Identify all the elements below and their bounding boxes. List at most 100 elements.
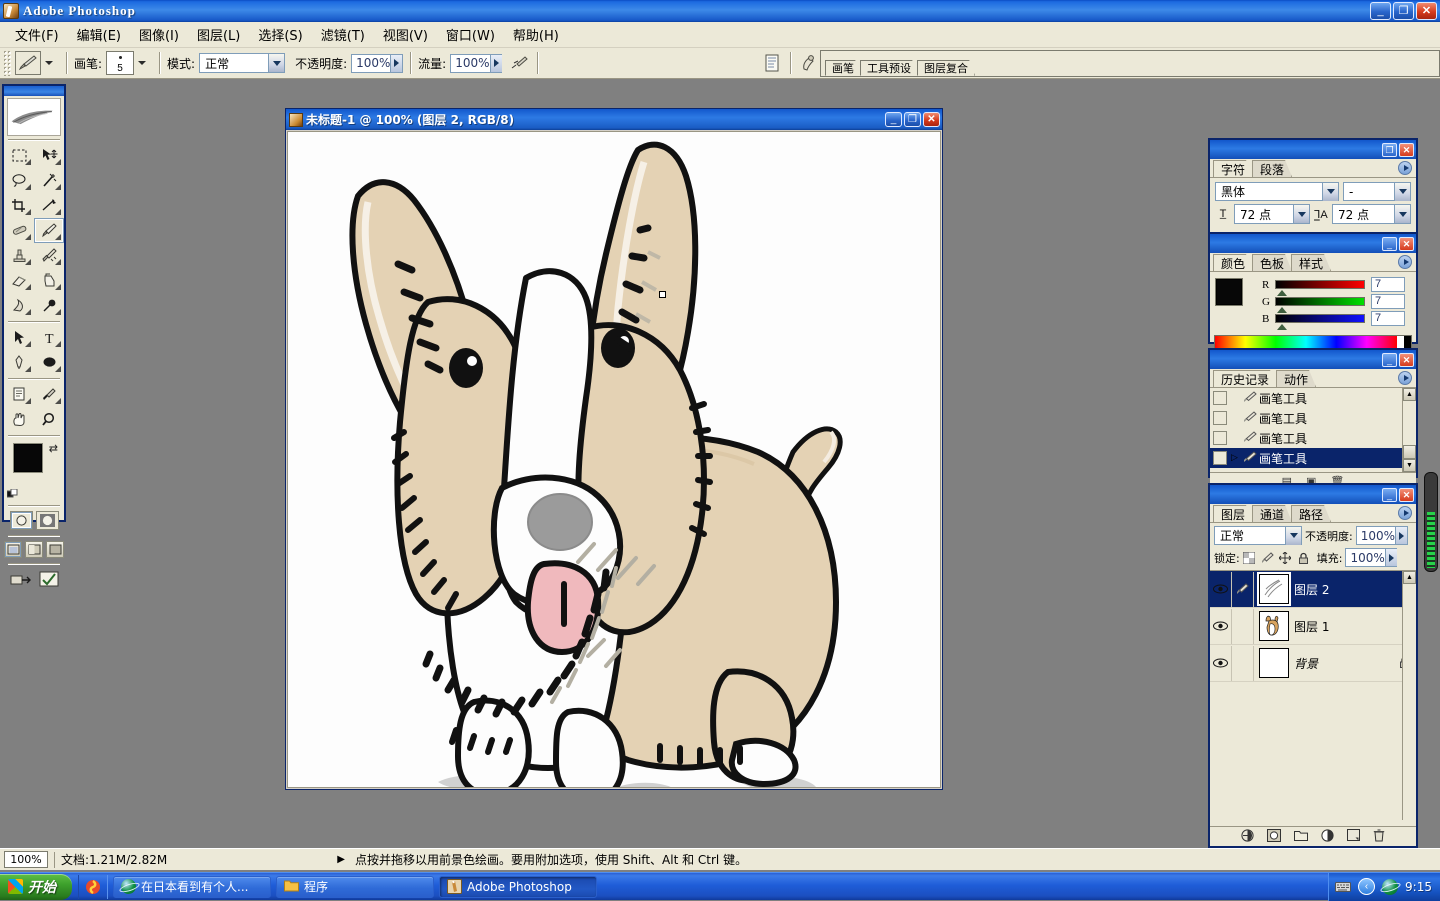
menu-layer[interactable]: 图层(L) bbox=[188, 22, 249, 48]
table-row[interactable]: 图层 1 bbox=[1210, 608, 1416, 645]
history-item[interactable]: 画笔工具 bbox=[1210, 428, 1416, 448]
layer-name[interactable]: 图层 1 bbox=[1294, 618, 1329, 635]
status-menu-arrow[interactable]: ▶ bbox=[337, 854, 345, 865]
slider-thumb-b[interactable] bbox=[1277, 324, 1287, 330]
file-browser-icon[interactable] bbox=[761, 52, 783, 74]
document-maximize-button[interactable]: ❐ bbox=[904, 112, 921, 127]
character-palette-menu-icon[interactable] bbox=[1398, 161, 1412, 175]
options-bar-grip[interactable] bbox=[3, 50, 12, 76]
tool-blur[interactable] bbox=[4, 293, 34, 318]
slider-track-b[interactable] bbox=[1275, 314, 1365, 330]
color-palette-titlebar[interactable]: _ ✕ bbox=[1210, 234, 1416, 253]
standard-mode-button[interactable] bbox=[9, 511, 33, 530]
tool-preset-picker-arrow[interactable] bbox=[45, 61, 53, 65]
layer-link-slot[interactable] bbox=[1232, 608, 1254, 644]
tool-crop[interactable] bbox=[4, 193, 34, 218]
layer-opacity-slider-arrow[interactable] bbox=[1395, 527, 1408, 544]
tool-rectangular-marquee[interactable] bbox=[4, 143, 34, 168]
slider-thumb-r[interactable] bbox=[1277, 290, 1287, 296]
layer-visibility-icon[interactable] bbox=[1210, 571, 1232, 607]
delete-layer-icon[interactable] bbox=[1373, 829, 1385, 845]
history-snapshot-checkbox[interactable] bbox=[1213, 451, 1227, 465]
history-palette-menu-icon[interactable] bbox=[1398, 371, 1412, 385]
layer-fill-slider-arrow[interactable] bbox=[1384, 549, 1397, 566]
history-snapshot-checkbox[interactable] bbox=[1213, 411, 1227, 425]
lock-transparent-pixels-icon[interactable] bbox=[1243, 551, 1256, 564]
lock-all-icon[interactable] bbox=[1297, 551, 1310, 564]
opacity-slider-arrow[interactable] bbox=[390, 54, 403, 72]
tool-ellipse-shape[interactable] bbox=[34, 350, 64, 375]
lock-position-icon[interactable] bbox=[1279, 551, 1292, 564]
history-item[interactable]: ▷ 画笔工具 bbox=[1210, 448, 1416, 468]
scroll-down-arrow[interactable]: ▼ bbox=[1403, 459, 1416, 472]
start-button[interactable]: 开始 bbox=[0, 873, 72, 900]
menu-file[interactable]: 文件(F) bbox=[6, 22, 68, 48]
tool-pen[interactable] bbox=[4, 350, 34, 375]
zoom-level-input[interactable]: 100% bbox=[4, 851, 48, 868]
history-item[interactable]: 画笔工具 bbox=[1210, 408, 1416, 428]
tool-zoom[interactable] bbox=[34, 407, 64, 432]
blend-mode-select[interactable]: 正常 bbox=[199, 53, 286, 73]
well-tab-brushes[interactable]: 画笔 bbox=[825, 60, 861, 76]
taskbar-button-photoshop[interactable]: Adobe Photoshop bbox=[439, 875, 597, 898]
document-titlebar[interactable]: 未标题-1 @ 100% (图层 2, RGB/8) _ ❐ ✕ bbox=[286, 109, 942, 130]
slider-value-g[interactable]: 7 bbox=[1371, 294, 1405, 309]
tab-paragraph[interactable]: 段落 bbox=[1252, 160, 1292, 177]
taskbar-button-browser[interactable]: 在日本看到有个人... bbox=[113, 875, 271, 898]
slider-track-g[interactable] bbox=[1275, 297, 1365, 313]
tool-brush[interactable] bbox=[34, 218, 64, 243]
full-screen-mode-button[interactable] bbox=[46, 541, 64, 558]
leading-select[interactable]: 72 点 bbox=[1332, 204, 1411, 224]
layer-style-icon[interactable] bbox=[1241, 828, 1254, 845]
quick-mask-mode-button[interactable] bbox=[35, 511, 59, 530]
layers-palette-titlebar[interactable]: _ ✕ bbox=[1210, 485, 1416, 504]
app-titlebar[interactable]: Adobe Photoshop _ ❐ ✕ bbox=[0, 0, 1440, 22]
menu-filter[interactable]: 滤镜(T) bbox=[312, 22, 374, 48]
standard-screen-mode-button[interactable] bbox=[4, 541, 22, 558]
airbrush-icon[interactable] bbox=[508, 52, 530, 74]
layer-fill-input[interactable]: 100% bbox=[1345, 548, 1398, 567]
current-tool-icon[interactable] bbox=[15, 51, 41, 75]
character-close-button[interactable]: ✕ bbox=[1399, 142, 1414, 157]
layers-scrollbar[interactable]: ▲ bbox=[1402, 571, 1416, 820]
tab-layers[interactable]: 图层 bbox=[1213, 505, 1253, 522]
document-minimize-button[interactable]: _ bbox=[885, 112, 902, 127]
menu-image[interactable]: 图像(I) bbox=[130, 22, 188, 48]
table-row[interactable]: 图层 2 bbox=[1210, 571, 1416, 608]
app-minimize-button[interactable]: _ bbox=[1370, 2, 1391, 20]
well-tab-tool-presets[interactable]: 工具预设 bbox=[860, 60, 918, 76]
history-snapshot-checkbox[interactable] bbox=[1213, 391, 1227, 405]
layers-close-button[interactable]: ✕ bbox=[1399, 487, 1414, 502]
layer-visibility-icon[interactable] bbox=[1210, 645, 1232, 681]
quick-launch-media-icon[interactable] bbox=[85, 879, 101, 895]
lock-image-pixels-icon[interactable] bbox=[1261, 551, 1274, 564]
layer-thumbnail[interactable] bbox=[1259, 574, 1289, 604]
full-screen-menubar-button[interactable] bbox=[25, 541, 43, 558]
canvas[interactable] bbox=[287, 131, 941, 788]
default-colors-icon[interactable] bbox=[6, 488, 18, 500]
layer-blend-mode-select[interactable]: 正常 bbox=[1214, 526, 1302, 545]
table-row[interactable]: 背景 bbox=[1210, 645, 1416, 682]
brush-picker-arrow[interactable] bbox=[138, 61, 147, 65]
tab-history[interactable]: 历史记录 bbox=[1213, 370, 1277, 387]
history-palette-titlebar[interactable]: _ ✕ bbox=[1210, 350, 1416, 369]
ie-browser-icon[interactable] bbox=[1382, 878, 1399, 895]
keyboard-ime-icon[interactable] bbox=[1335, 879, 1352, 895]
slider-thumb-g[interactable] bbox=[1277, 307, 1287, 313]
font-size-select[interactable]: 72 点 bbox=[1234, 204, 1310, 224]
document-close-button[interactable]: ✕ bbox=[923, 112, 940, 127]
tab-color[interactable]: 颜色 bbox=[1213, 254, 1253, 271]
tool-hand[interactable] bbox=[4, 407, 34, 432]
app-close-button[interactable]: ✕ bbox=[1416, 2, 1437, 20]
color-close-button[interactable]: ✕ bbox=[1399, 236, 1414, 251]
tool-stamp[interactable] bbox=[4, 243, 34, 268]
tool-slice[interactable] bbox=[34, 193, 64, 218]
tab-paths[interactable]: 路径 bbox=[1291, 505, 1331, 522]
color-minimize-button[interactable]: _ bbox=[1382, 236, 1397, 251]
history-item[interactable]: 画笔工具 bbox=[1210, 388, 1416, 408]
palette-foreground-color-swatch[interactable] bbox=[1216, 279, 1242, 305]
tool-history-brush[interactable] bbox=[34, 243, 64, 268]
history-scroll-thumb[interactable] bbox=[1403, 445, 1416, 459]
brushes-toggle-icon[interactable] bbox=[798, 52, 820, 74]
tray-collapse-chevron[interactable]: ‹ bbox=[1358, 878, 1376, 895]
